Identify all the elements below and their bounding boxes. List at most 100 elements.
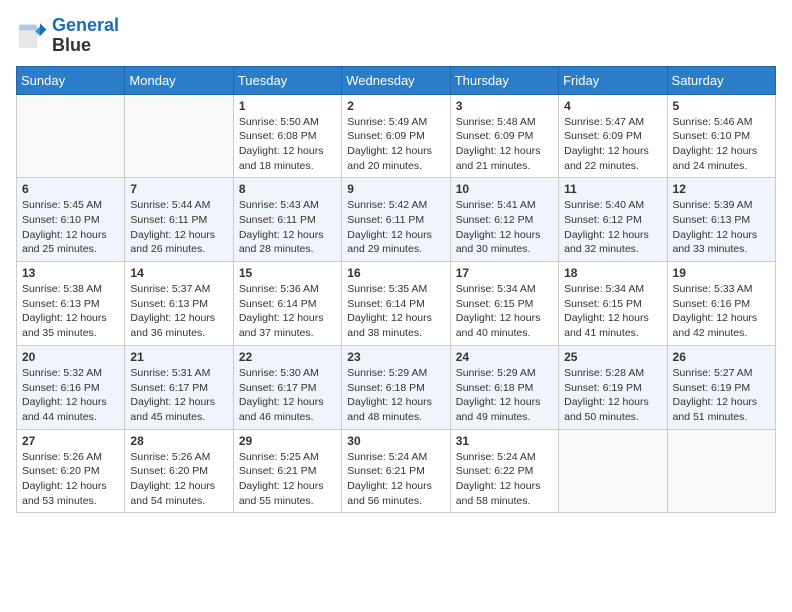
- calendar-cell: 31 Sunrise: 5:24 AMSunset: 6:22 PMDaylig…: [450, 429, 558, 513]
- calendar-week-row: 1 Sunrise: 5:50 AMSunset: 6:08 PMDayligh…: [17, 94, 776, 178]
- cell-content: Sunrise: 5:30 AMSunset: 6:17 PMDaylight:…: [239, 367, 324, 423]
- cell-content: Sunrise: 5:43 AMSunset: 6:11 PMDaylight:…: [239, 199, 324, 255]
- logo-icon: [16, 20, 48, 52]
- calendar: SundayMondayTuesdayWednesdayThursdayFrid…: [16, 66, 776, 514]
- day-number: 14: [130, 266, 227, 280]
- cell-content: Sunrise: 5:31 AMSunset: 6:17 PMDaylight:…: [130, 367, 215, 423]
- day-header-tuesday: Tuesday: [233, 66, 341, 94]
- cell-content: Sunrise: 5:41 AMSunset: 6:12 PMDaylight:…: [456, 199, 541, 255]
- day-number: 6: [22, 182, 119, 196]
- cell-content: Sunrise: 5:38 AMSunset: 6:13 PMDaylight:…: [22, 283, 107, 339]
- calendar-cell: 19 Sunrise: 5:33 AMSunset: 6:16 PMDaylig…: [667, 262, 775, 346]
- cell-content: Sunrise: 5:45 AMSunset: 6:10 PMDaylight:…: [22, 199, 107, 255]
- calendar-cell: 17 Sunrise: 5:34 AMSunset: 6:15 PMDaylig…: [450, 262, 558, 346]
- calendar-cell: 24 Sunrise: 5:29 AMSunset: 6:18 PMDaylig…: [450, 345, 558, 429]
- calendar-header-row: SundayMondayTuesdayWednesdayThursdayFrid…: [17, 66, 776, 94]
- calendar-cell: 26 Sunrise: 5:27 AMSunset: 6:19 PMDaylig…: [667, 345, 775, 429]
- day-header-saturday: Saturday: [667, 66, 775, 94]
- day-number: 27: [22, 434, 119, 448]
- day-number: 15: [239, 266, 336, 280]
- cell-content: Sunrise: 5:42 AMSunset: 6:11 PMDaylight:…: [347, 199, 432, 255]
- cell-content: Sunrise: 5:27 AMSunset: 6:19 PMDaylight:…: [673, 367, 758, 423]
- cell-content: Sunrise: 5:40 AMSunset: 6:12 PMDaylight:…: [564, 199, 649, 255]
- logo: General Blue: [16, 16, 119, 56]
- calendar-week-row: 27 Sunrise: 5:26 AMSunset: 6:20 PMDaylig…: [17, 429, 776, 513]
- calendar-cell: 8 Sunrise: 5:43 AMSunset: 6:11 PMDayligh…: [233, 178, 341, 262]
- day-number: 1: [239, 99, 336, 113]
- cell-content: Sunrise: 5:28 AMSunset: 6:19 PMDaylight:…: [564, 367, 649, 423]
- calendar-cell: 22 Sunrise: 5:30 AMSunset: 6:17 PMDaylig…: [233, 345, 341, 429]
- calendar-cell: 20 Sunrise: 5:32 AMSunset: 6:16 PMDaylig…: [17, 345, 125, 429]
- cell-content: Sunrise: 5:26 AMSunset: 6:20 PMDaylight:…: [22, 451, 107, 507]
- logo-text: General Blue: [52, 16, 119, 56]
- day-number: 24: [456, 350, 553, 364]
- calendar-cell: 21 Sunrise: 5:31 AMSunset: 6:17 PMDaylig…: [125, 345, 233, 429]
- calendar-cell: 27 Sunrise: 5:26 AMSunset: 6:20 PMDaylig…: [17, 429, 125, 513]
- day-number: 4: [564, 99, 661, 113]
- calendar-cell: 16 Sunrise: 5:35 AMSunset: 6:14 PMDaylig…: [342, 262, 450, 346]
- cell-content: Sunrise: 5:25 AMSunset: 6:21 PMDaylight:…: [239, 451, 324, 507]
- cell-content: Sunrise: 5:48 AMSunset: 6:09 PMDaylight:…: [456, 116, 541, 172]
- calendar-cell: 14 Sunrise: 5:37 AMSunset: 6:13 PMDaylig…: [125, 262, 233, 346]
- calendar-cell: 23 Sunrise: 5:29 AMSunset: 6:18 PMDaylig…: [342, 345, 450, 429]
- day-number: 2: [347, 99, 444, 113]
- day-number: 28: [130, 434, 227, 448]
- calendar-cell: 3 Sunrise: 5:48 AMSunset: 6:09 PMDayligh…: [450, 94, 558, 178]
- cell-content: Sunrise: 5:26 AMSunset: 6:20 PMDaylight:…: [130, 451, 215, 507]
- cell-content: Sunrise: 5:46 AMSunset: 6:10 PMDaylight:…: [673, 116, 758, 172]
- cell-content: Sunrise: 5:24 AMSunset: 6:21 PMDaylight:…: [347, 451, 432, 507]
- cell-content: Sunrise: 5:34 AMSunset: 6:15 PMDaylight:…: [564, 283, 649, 339]
- cell-content: Sunrise: 5:29 AMSunset: 6:18 PMDaylight:…: [347, 367, 432, 423]
- calendar-cell: 29 Sunrise: 5:25 AMSunset: 6:21 PMDaylig…: [233, 429, 341, 513]
- calendar-week-row: 20 Sunrise: 5:32 AMSunset: 6:16 PMDaylig…: [17, 345, 776, 429]
- day-number: 22: [239, 350, 336, 364]
- calendar-cell: 6 Sunrise: 5:45 AMSunset: 6:10 PMDayligh…: [17, 178, 125, 262]
- cell-content: Sunrise: 5:39 AMSunset: 6:13 PMDaylight:…: [673, 199, 758, 255]
- calendar-cell: 15 Sunrise: 5:36 AMSunset: 6:14 PMDaylig…: [233, 262, 341, 346]
- calendar-cell: 12 Sunrise: 5:39 AMSunset: 6:13 PMDaylig…: [667, 178, 775, 262]
- cell-content: Sunrise: 5:49 AMSunset: 6:09 PMDaylight:…: [347, 116, 432, 172]
- day-header-monday: Monday: [125, 66, 233, 94]
- day-number: 20: [22, 350, 119, 364]
- page-header: General Blue: [16, 16, 776, 56]
- calendar-cell: 7 Sunrise: 5:44 AMSunset: 6:11 PMDayligh…: [125, 178, 233, 262]
- cell-content: Sunrise: 5:36 AMSunset: 6:14 PMDaylight:…: [239, 283, 324, 339]
- day-header-sunday: Sunday: [17, 66, 125, 94]
- day-number: 11: [564, 182, 661, 196]
- cell-content: Sunrise: 5:35 AMSunset: 6:14 PMDaylight:…: [347, 283, 432, 339]
- day-header-friday: Friday: [559, 66, 667, 94]
- day-header-thursday: Thursday: [450, 66, 558, 94]
- cell-content: Sunrise: 5:29 AMSunset: 6:18 PMDaylight:…: [456, 367, 541, 423]
- day-number: 18: [564, 266, 661, 280]
- day-number: 10: [456, 182, 553, 196]
- day-number: 7: [130, 182, 227, 196]
- calendar-cell: [667, 429, 775, 513]
- cell-content: Sunrise: 5:32 AMSunset: 6:16 PMDaylight:…: [22, 367, 107, 423]
- cell-content: Sunrise: 5:44 AMSunset: 6:11 PMDaylight:…: [130, 199, 215, 255]
- day-number: 12: [673, 182, 770, 196]
- calendar-cell: 5 Sunrise: 5:46 AMSunset: 6:10 PMDayligh…: [667, 94, 775, 178]
- calendar-cell: [125, 94, 233, 178]
- day-number: 5: [673, 99, 770, 113]
- calendar-cell: 2 Sunrise: 5:49 AMSunset: 6:09 PMDayligh…: [342, 94, 450, 178]
- day-number: 9: [347, 182, 444, 196]
- calendar-cell: 9 Sunrise: 5:42 AMSunset: 6:11 PMDayligh…: [342, 178, 450, 262]
- day-number: 17: [456, 266, 553, 280]
- day-number: 30: [347, 434, 444, 448]
- cell-content: Sunrise: 5:24 AMSunset: 6:22 PMDaylight:…: [456, 451, 541, 507]
- day-number: 13: [22, 266, 119, 280]
- day-number: 21: [130, 350, 227, 364]
- calendar-cell: 30 Sunrise: 5:24 AMSunset: 6:21 PMDaylig…: [342, 429, 450, 513]
- day-number: 26: [673, 350, 770, 364]
- day-number: 29: [239, 434, 336, 448]
- calendar-cell: 13 Sunrise: 5:38 AMSunset: 6:13 PMDaylig…: [17, 262, 125, 346]
- day-number: 19: [673, 266, 770, 280]
- cell-content: Sunrise: 5:34 AMSunset: 6:15 PMDaylight:…: [456, 283, 541, 339]
- cell-content: Sunrise: 5:50 AMSunset: 6:08 PMDaylight:…: [239, 116, 324, 172]
- calendar-cell: 4 Sunrise: 5:47 AMSunset: 6:09 PMDayligh…: [559, 94, 667, 178]
- day-number: 25: [564, 350, 661, 364]
- day-number: 31: [456, 434, 553, 448]
- calendar-week-row: 13 Sunrise: 5:38 AMSunset: 6:13 PMDaylig…: [17, 262, 776, 346]
- calendar-cell: 25 Sunrise: 5:28 AMSunset: 6:19 PMDaylig…: [559, 345, 667, 429]
- calendar-cell: 28 Sunrise: 5:26 AMSunset: 6:20 PMDaylig…: [125, 429, 233, 513]
